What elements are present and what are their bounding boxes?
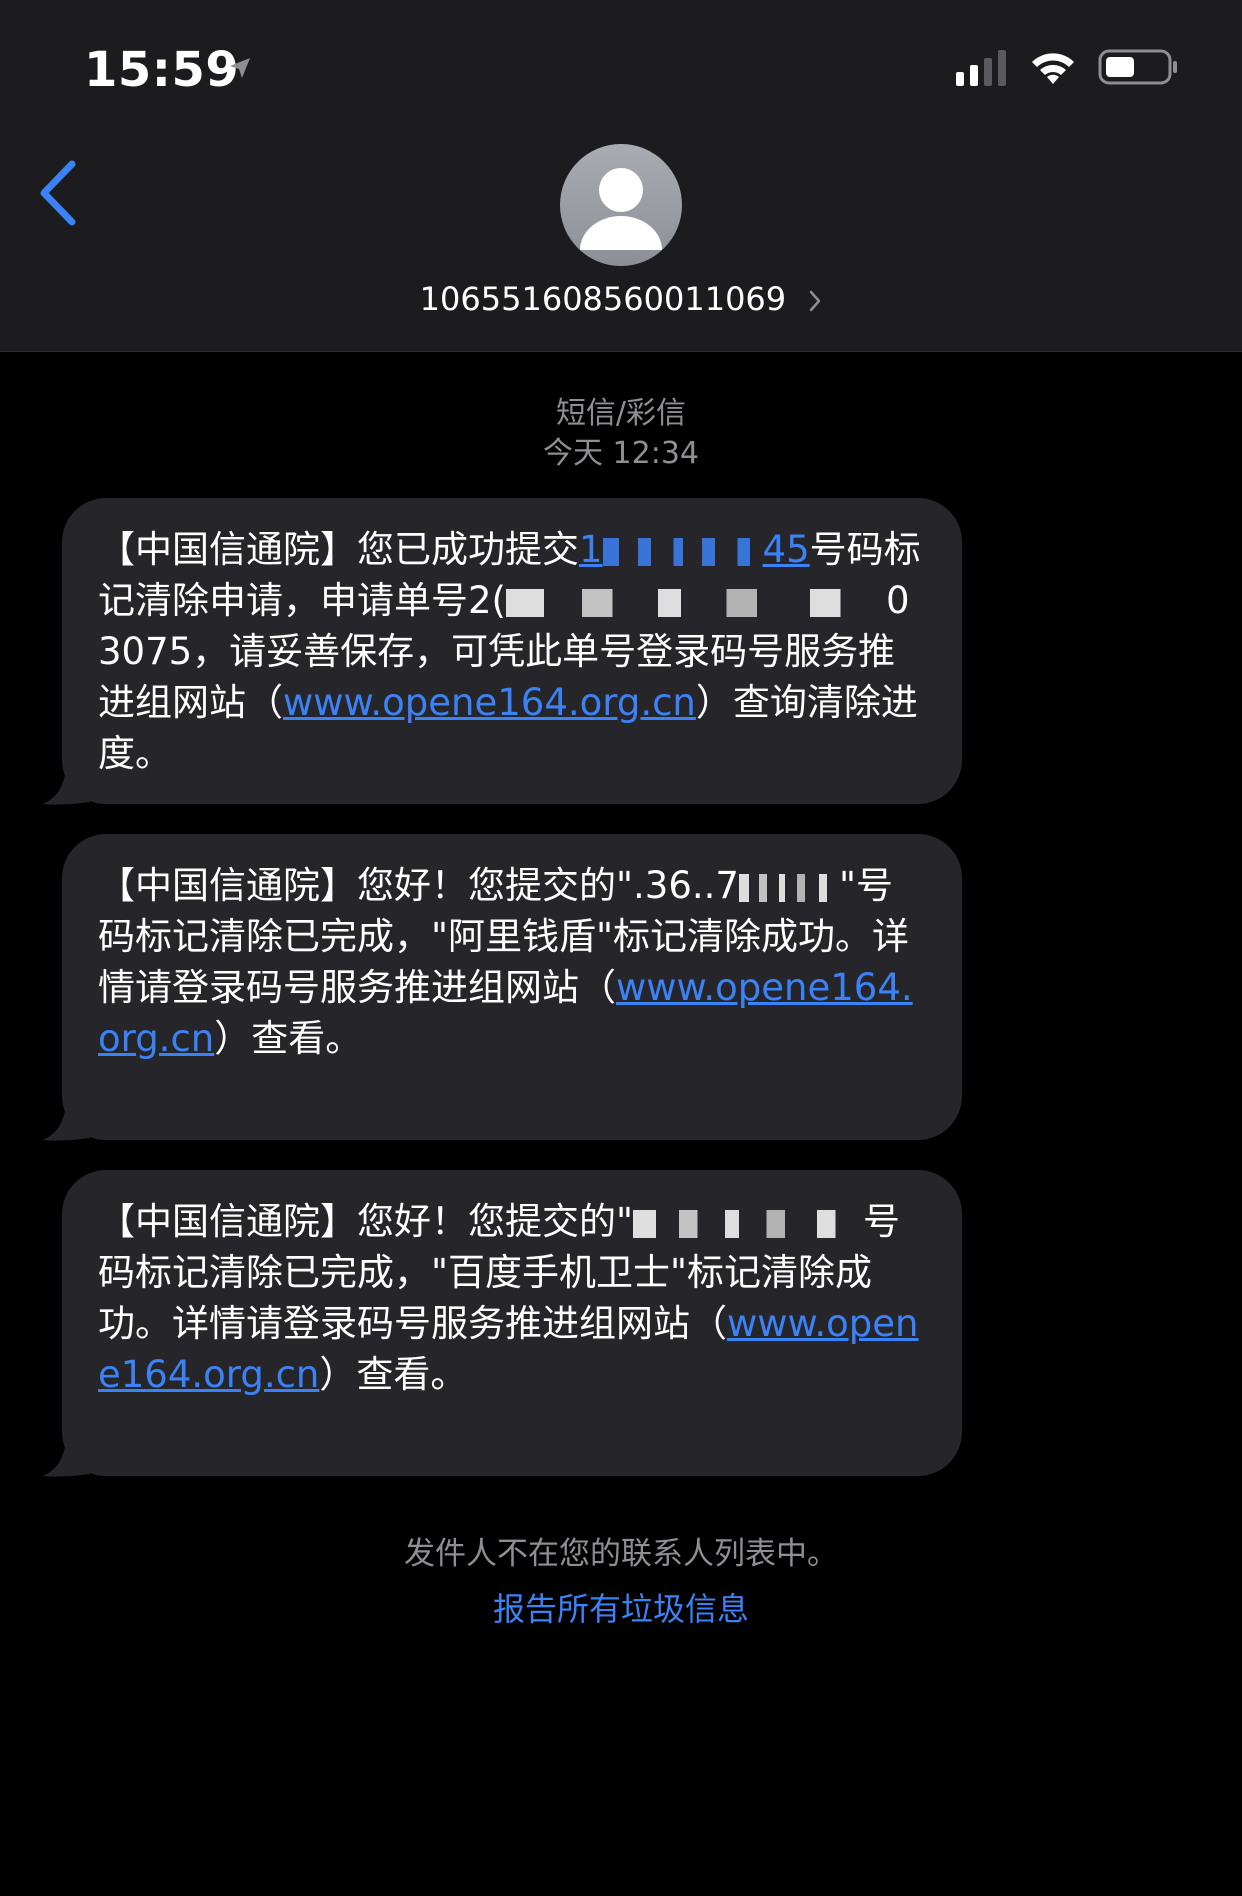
report-junk-link[interactable]: 报告所有垃圾信息 xyxy=(0,1584,1242,1630)
message-text: ）查看。 xyxy=(214,1017,363,1060)
partial-number: .36..7 xyxy=(633,864,739,907)
redacted-number xyxy=(633,1209,864,1238)
order-number-start: 2( xyxy=(468,579,506,622)
bubble-tail xyxy=(42,1438,90,1477)
message-text: 【中国信通院】您好！您提交的" xyxy=(98,864,634,907)
location-arrow-icon xyxy=(230,58,250,78)
contact-avatar[interactable] xyxy=(560,144,682,266)
message-text: 【中国信通院】您好！您提交的" xyxy=(98,1200,634,1243)
chevron-right-icon xyxy=(810,290,821,312)
contact-name-row[interactable]: 106551608560011069 xyxy=(0,280,1242,320)
thread-timestamp: 今天 12:34 xyxy=(543,436,699,471)
phone-number-link[interactable]: 1 45 xyxy=(579,528,810,571)
website-link[interactable]: www.opene164.org.cn xyxy=(283,681,696,724)
message-text: ）查看。 xyxy=(319,1353,468,1396)
message-bubble[interactable]: 【中国信通院】您已成功提交1 45号码标记清除申请，申请单号2(03075，请妥善… xyxy=(62,498,962,804)
status-time: 15:59 xyxy=(84,42,240,98)
redacted-number xyxy=(602,537,763,566)
message-text: 【中国信通院】您已成功提交 xyxy=(98,528,579,571)
thread-channel: 短信/彩信 xyxy=(555,396,687,431)
cellular-signal-icon xyxy=(956,50,1006,86)
back-chevron-icon[interactable] xyxy=(36,158,80,228)
message-bubble[interactable]: 【中国信通院】您好！您提交的" 号码标记清除已完成，"百度手机卫士"标记清除成功。… xyxy=(62,1170,962,1476)
message-bubble[interactable]: 【中国信通院】您好！您提交的".36..7 "号码标记清除已完成，"阿里钱盾"标记… xyxy=(62,834,962,1140)
wifi-icon xyxy=(1032,53,1074,84)
redacted-order-number xyxy=(505,588,886,617)
redacted-number xyxy=(738,873,839,902)
contact-number: 106551608560011069 xyxy=(419,280,787,318)
battery-icon xyxy=(1098,49,1177,85)
bubble-tail xyxy=(42,766,90,805)
unknown-sender-note: 发件人不在您的联系人列表中。 xyxy=(404,1536,838,1572)
conversation-header: 15:59 106551608560011069 xyxy=(0,0,1242,352)
person-icon xyxy=(580,168,662,250)
bubble-tail xyxy=(42,1102,90,1141)
